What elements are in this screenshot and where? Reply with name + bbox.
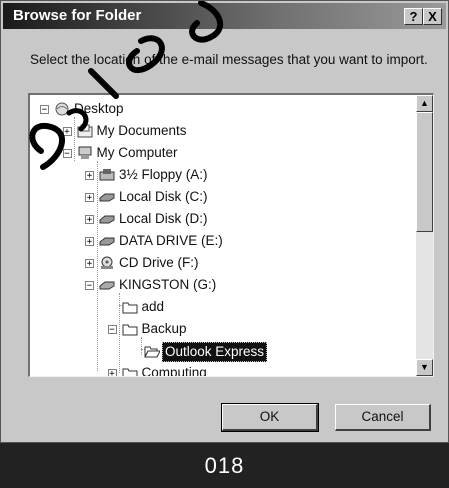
dialog-title: Browse for Folder xyxy=(13,7,142,24)
ok-button[interactable]: OK xyxy=(221,403,319,432)
collapse-icon[interactable]: − xyxy=(62,149,72,159)
tree-item-label: CD Drive (F:) xyxy=(119,255,199,270)
collapse-icon[interactable]: − xyxy=(107,325,117,335)
floppy-drive-icon xyxy=(99,168,115,182)
scroll-down-button[interactable]: ▼ xyxy=(416,359,433,376)
hard-disk-icon xyxy=(99,234,115,248)
vertical-scrollbar[interactable]: ▲ ▼ xyxy=(416,95,433,376)
folder-icon xyxy=(122,366,138,376)
tree-item[interactable]: + Local Disk (D:) xyxy=(30,209,410,229)
title-bar[interactable]: Browse for Folder ? X xyxy=(3,3,446,29)
prompt-text: Select the location of the e-mail messag… xyxy=(30,52,428,67)
folder-tree[interactable]: − Desktop + My Documents − My Computer +3½ Flo… xyxy=(28,93,434,377)
tree-item[interactable]: + My Documents xyxy=(30,121,410,141)
tree-item-label: Computing xyxy=(141,365,207,377)
close-button[interactable]: X xyxy=(423,8,442,25)
tree-item-label: Local Disk (D:) xyxy=(119,211,208,226)
expand-icon[interactable]: + xyxy=(85,171,94,181)
tree-item[interactable]: +3½ Floppy (A:) xyxy=(30,165,410,185)
folder-icon xyxy=(122,322,138,336)
scroll-up-button[interactable]: ▲ xyxy=(416,95,433,112)
cancel-button[interactable]: Cancel xyxy=(335,404,431,431)
tree-item[interactable]: − Desktop xyxy=(30,99,410,119)
tree-item[interactable]: − Backup xyxy=(30,319,410,339)
tree-item-label: Local Disk (C:) xyxy=(119,189,208,204)
tree-item-label: DATA DRIVE (E:) xyxy=(119,233,223,248)
documents-folder-icon xyxy=(77,124,93,138)
tree-item[interactable]: Outlook Express xyxy=(30,341,410,362)
expand-icon[interactable]: + xyxy=(107,369,117,376)
tree-item[interactable]: + DATA DRIVE (E:) xyxy=(30,231,410,251)
tree-item[interactable]: − My Computer xyxy=(30,143,410,163)
folder-open-icon xyxy=(144,344,161,358)
expand-icon[interactable]: + xyxy=(85,215,94,225)
tree-item-label: Desktop xyxy=(74,101,124,116)
tree-item-label: My Computer xyxy=(96,145,178,160)
tree-item-label: My Documents xyxy=(96,123,187,138)
expand-icon[interactable]: + xyxy=(85,259,94,269)
hard-disk-icon xyxy=(99,212,115,226)
collapse-icon[interactable]: − xyxy=(85,281,94,291)
folder-icon xyxy=(122,300,138,314)
scrollbar-thumb[interactable] xyxy=(416,112,433,232)
tree-item-label: Outlook Express xyxy=(162,342,268,362)
browse-for-folder-dialog: Browse for Folder ? X Select the locatio… xyxy=(0,0,449,443)
tree-item[interactable]: − KINGSTON (G:) xyxy=(30,275,410,295)
hard-disk-icon xyxy=(99,190,115,204)
computer-icon xyxy=(77,146,93,160)
caption-bar: 018 xyxy=(0,443,449,488)
tree-item[interactable]: + Computing xyxy=(30,363,410,377)
tree-item[interactable]: add xyxy=(30,297,410,317)
expand-icon[interactable]: + xyxy=(85,193,94,203)
expand-icon[interactable]: + xyxy=(62,127,72,137)
tree-item-label: Backup xyxy=(141,321,187,336)
tree-item[interactable]: + Local Disk (C:) xyxy=(30,187,410,207)
tree-item-label: 3½ Floppy (A:) xyxy=(119,167,208,182)
help-button[interactable]: ? xyxy=(404,8,423,25)
tree-item-label: KINGSTON (G:) xyxy=(119,277,217,292)
desktop-icon xyxy=(54,102,70,116)
cd-drive-icon xyxy=(99,256,115,270)
tree-item[interactable]: + CD Drive (F:) xyxy=(30,253,410,273)
removable-drive-icon xyxy=(99,278,115,292)
tree-item-label: add xyxy=(141,299,165,314)
expand-icon[interactable]: + xyxy=(85,237,94,247)
collapse-icon[interactable]: − xyxy=(40,105,49,115)
